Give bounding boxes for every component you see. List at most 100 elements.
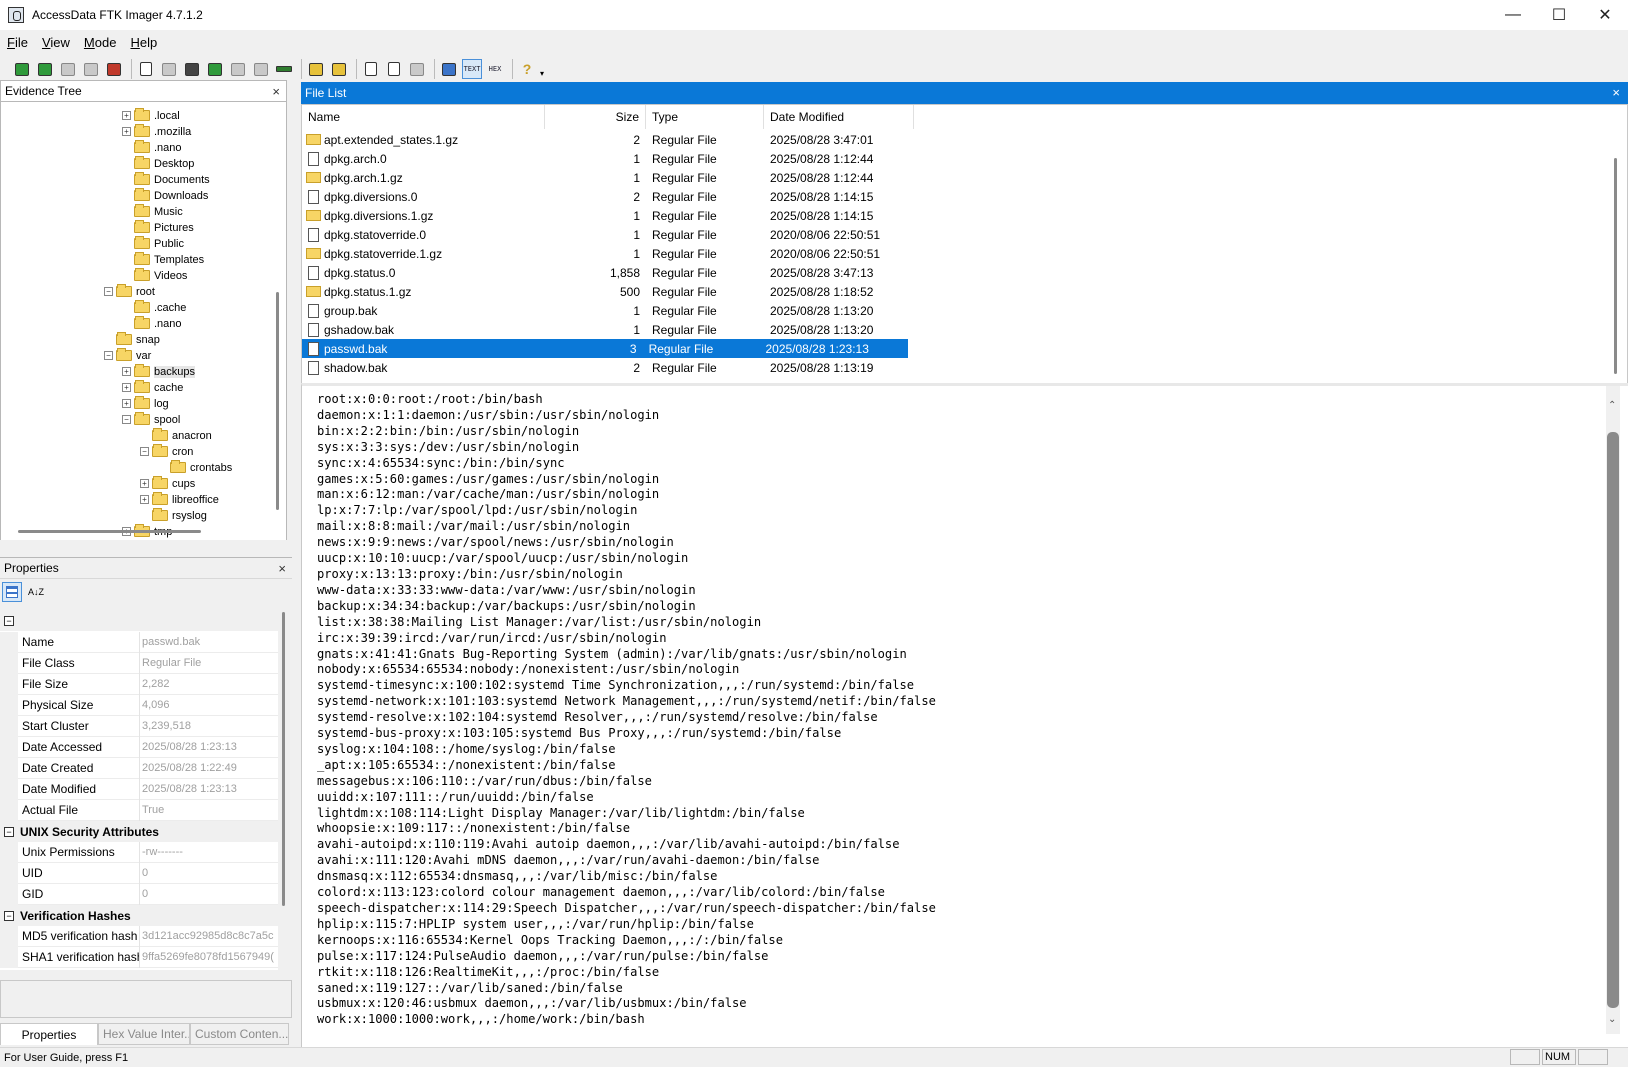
collapse-icon[interactable]: − [140, 447, 149, 456]
add-all-evidence-button[interactable] [35, 59, 55, 79]
export-directory-listing-button[interactable] [407, 59, 427, 79]
file-row[interactable]: dpkg.diversions.1.gz 1 Regular File 2025/08… [302, 206, 914, 225]
tab-hex-value-interpreter[interactable]: Hex Value Inter... [98, 1023, 190, 1045]
tree-node-label[interactable]: Downloads [154, 190, 208, 202]
capture-memory-button[interactable] [274, 59, 294, 79]
detect-efs-button[interactable] [329, 59, 349, 79]
maximize-button[interactable]: ☐ [1536, 0, 1582, 30]
tree-node-label[interactable]: spool [154, 414, 180, 426]
property-row[interactable]: Name passwd.bak [0, 631, 278, 653]
tree-node-label[interactable]: .nano [154, 318, 182, 330]
tree-node[interactable]: Public [122, 236, 184, 251]
export-files-button[interactable] [361, 59, 381, 79]
tree-node[interactable]: + libreoffice [140, 492, 219, 507]
tree-node[interactable]: .cache [122, 300, 186, 315]
tree-node[interactable]: + cups [140, 476, 195, 491]
property-row[interactable]: Date Accessed 2025/08/28 1:23:13 [0, 736, 278, 758]
export-file-hash-list-button[interactable] [384, 59, 404, 79]
text-viewer-scroll-thumb[interactable] [1607, 432, 1619, 1008]
expand-icon[interactable]: + [140, 479, 149, 488]
property-row[interactable]: SHA1 verification hash 9ffa5269fe8078fd15… [0, 946, 278, 968]
tree-node[interactable]: Pictures [122, 220, 194, 235]
tab-custom-content[interactable]: Custom Conten... [190, 1023, 289, 1045]
file-row[interactable]: dpkg.arch.0 1 Regular File 2025/08/28 1:12:… [302, 149, 914, 168]
tree-node[interactable]: − spool [122, 412, 180, 427]
evidence-tree-hscrollbar[interactable] [18, 530, 201, 533]
scroll-down-icon[interactable]: ⌄ [1608, 1014, 1616, 1025]
file-row[interactable]: apt.extended_states.1.gz 2 Regular File 202… [302, 130, 914, 149]
tree-node-label[interactable]: Videos [154, 270, 187, 282]
tree-node-label[interactable]: Desktop [154, 158, 194, 170]
add-to-custom-image-button[interactable] [205, 59, 225, 79]
create-hash-list-button[interactable] [251, 59, 271, 79]
tree-node-label[interactable]: Public [154, 238, 184, 250]
build-custom-image-button[interactable] [228, 59, 248, 79]
column-size[interactable]: Size [545, 105, 646, 129]
expand-icon[interactable]: + [122, 127, 131, 136]
tree-node-label[interactable]: .nano [154, 142, 182, 154]
file-row[interactable]: dpkg.diversions.0 2 Regular File 2025/08/28… [302, 187, 914, 206]
create-disk-image-button[interactable] [136, 59, 156, 79]
tree-node-label[interactable]: cache [154, 382, 183, 394]
help-button[interactable]: ? [517, 59, 537, 79]
tree-node[interactable]: Templates [122, 252, 204, 267]
column-name[interactable]: Name [302, 105, 545, 129]
tree-node-label[interactable]: Templates [154, 254, 204, 266]
properties-scrollbar[interactable] [282, 612, 285, 906]
property-row[interactable]: File Class Regular File [0, 652, 278, 674]
add-evidence-button[interactable] [12, 59, 32, 79]
property-category[interactable]: − UNIX Security Attributes [0, 821, 278, 842]
property-row[interactable]: Date Created 2025/08/28 1:22:49 [0, 757, 278, 779]
general-category[interactable]: − [0, 610, 278, 631]
tree-node-label[interactable]: libreoffice [172, 494, 219, 506]
menu-view[interactable]: View [35, 35, 77, 50]
property-row[interactable]: Unix Permissions -rw------- [0, 841, 278, 863]
tree-node-label[interactable]: .cache [154, 302, 186, 314]
toolbar-overflow-icon[interactable]: ▾ [540, 69, 544, 78]
export-logical-image-button[interactable] [182, 59, 202, 79]
expand-icon[interactable]: + [122, 367, 131, 376]
tree-node[interactable]: Videos [122, 268, 187, 283]
file-row[interactable]: dpkg.status.1.gz 500 Regular File 2025/08/2… [302, 282, 914, 301]
export-disk-image-button[interactable] [159, 59, 179, 79]
property-row[interactable]: Actual File True [0, 799, 278, 821]
column-type[interactable]: Type [646, 105, 764, 129]
tree-node[interactable]: − root [104, 284, 155, 299]
file-row[interactable]: dpkg.status.0 1,858 Regular File 2025/08/28… [302, 263, 914, 282]
tree-node-label[interactable]: Pictures [154, 222, 194, 234]
tree-node[interactable]: + log [122, 396, 169, 411]
expand-icon[interactable]: + [122, 399, 131, 408]
collapse-icon[interactable]: − [4, 826, 14, 837]
tree-node-label[interactable]: root [136, 286, 155, 298]
tree-node[interactable]: − cron [140, 444, 193, 459]
file-row[interactable]: group.bak 1 Regular File 2025/08/28 1:13:20 [302, 301, 914, 320]
file-row[interactable]: dpkg.statoverride.0 1 Regular File 2020/08/… [302, 225, 914, 244]
file-list-scrollbar[interactable] [1614, 158, 1617, 374]
tree-node[interactable]: crontabs [158, 460, 232, 475]
text-viewer-button[interactable]: TEXT [462, 59, 482, 79]
remove-all-evidence-button[interactable] [104, 59, 124, 79]
close-icon[interactable]: × [278, 561, 286, 576]
tree-node[interactable]: rsyslog [140, 508, 207, 523]
collapse-icon[interactable]: − [4, 910, 14, 921]
categorized-button[interactable] [2, 582, 22, 602]
tree-node-label[interactable]: anacron [172, 430, 212, 442]
tree-node-label[interactable]: Documents [154, 174, 210, 186]
collapse-icon[interactable]: − [104, 287, 113, 296]
collapse-icon[interactable]: − [104, 351, 113, 360]
evidence-tree-scrollbar[interactable] [276, 292, 279, 510]
file-row[interactable]: gshadow.bak 1 Regular File 2025/08/28 1:13:… [302, 320, 914, 339]
tree-node[interactable]: Music [122, 204, 183, 219]
remove-evidence-button[interactable] [81, 59, 101, 79]
scroll-up-icon[interactable]: ⌃ [1608, 400, 1616, 411]
tree-node[interactable]: + backups [122, 364, 195, 379]
tree-node-label[interactable]: rsyslog [172, 510, 207, 522]
tab-properties[interactable]: Properties [0, 1023, 98, 1045]
tree-node[interactable]: + .local [122, 108, 180, 123]
tree-node[interactable]: anacron [140, 428, 212, 443]
tree-node[interactable]: Documents [122, 172, 210, 187]
close-icon[interactable]: × [272, 84, 280, 99]
obtain-protected-files-button[interactable] [306, 59, 326, 79]
collapse-icon[interactable]: − [4, 615, 14, 626]
tree-node[interactable]: snap [104, 332, 160, 347]
